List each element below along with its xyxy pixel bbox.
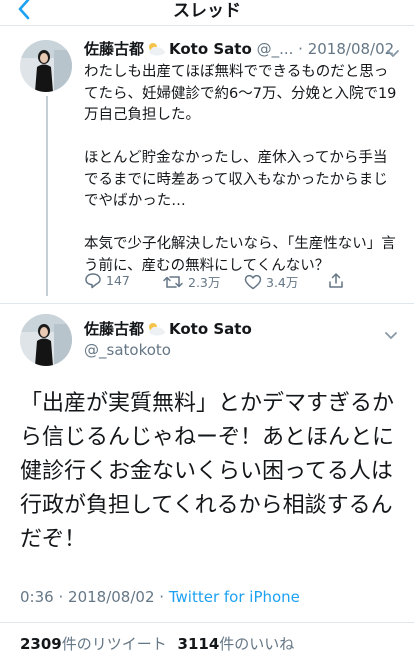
weather-cloud-icon (146, 322, 166, 340)
tweet-date[interactable]: 2018/08/02 (308, 40, 394, 58)
avatar[interactable] (20, 40, 72, 92)
separator-dot: · (58, 588, 64, 606)
tweet-date: 2018/08/02 (68, 588, 155, 606)
user-handle[interactable]: @_satokoto (84, 341, 171, 359)
tweet-divider (0, 303, 414, 304)
like-button[interactable]: 3.4万 (244, 272, 298, 291)
like-label: 件のいいね (219, 635, 295, 653)
display-name[interactable]: 佐藤古都 (84, 40, 144, 58)
chevron-down-icon (387, 50, 399, 58)
tweet-meta: 0:36 · 2018/08/02 · Twitter for iPhone (20, 588, 300, 606)
display-name[interactable]: 佐藤古都 Koto Sato (84, 318, 252, 340)
reply-button[interactable]: 147 (84, 272, 130, 289)
thread-connector (46, 96, 48, 296)
tweet-header: 佐藤古都 Koto Sato @_... · 2018/08/02 (84, 38, 404, 60)
weather-cloud-icon (146, 42, 166, 60)
tweet-text: 「出産が実質無料」とかデマすぎるから信じるんじゃねーぞ！あとほんとに健診行くお金… (20, 391, 395, 552)
tweet-text: わたしも出産てほぼ無料でできるものだと思ってたら、妊婦健診で約6〜7万、分娩と入… (84, 64, 397, 274)
avatar-photo (20, 314, 72, 366)
avatar-photo (20, 40, 72, 92)
tweet-actions: 147 2.3万 3.4万 (84, 272, 384, 294)
retweet-icon (163, 275, 183, 288)
tweet-source-link[interactable]: Twitter for iPhone (169, 588, 300, 606)
display-name-text: 佐藤古都 (84, 320, 145, 338)
retweet-count: 2.3万 (188, 275, 221, 290)
display-name-suffix: Koto Sato (169, 320, 252, 338)
nav-bar: スレッド (0, 0, 414, 26)
heart-icon (244, 274, 262, 289)
retweet-stat[interactable]: 2309件のリツイート (20, 635, 167, 653)
avatar[interactable] (20, 314, 72, 366)
like-total: 3114 (177, 635, 220, 653)
user-handle: @_... (256, 40, 294, 58)
reply-count: 147 (106, 273, 130, 288)
more-options-button[interactable] (384, 326, 398, 345)
tweet-time: 0:36 (20, 588, 54, 606)
more-options-button[interactable] (386, 44, 400, 63)
tweet-stats: 2309件のリツイート 3114件のいいね (20, 633, 294, 654)
chevron-down-icon (385, 332, 397, 340)
retweet-button[interactable]: 2.3万 (162, 272, 220, 291)
retweet-total: 2309 (20, 635, 62, 653)
nav-title: スレッド (173, 1, 241, 21)
separator-dot: · (159, 588, 165, 606)
share-button[interactable] (328, 272, 344, 289)
reply-icon (85, 273, 101, 289)
stats-divider (0, 622, 414, 623)
share-icon (329, 273, 343, 288)
like-stat[interactable]: 3114件のいいね (178, 635, 295, 653)
retweet-label: 件のリツイート (61, 635, 167, 653)
like-count: 3.4万 (266, 275, 299, 290)
separator-dot: · (298, 40, 303, 58)
display-name-suffix: Koto Sato (169, 40, 252, 58)
